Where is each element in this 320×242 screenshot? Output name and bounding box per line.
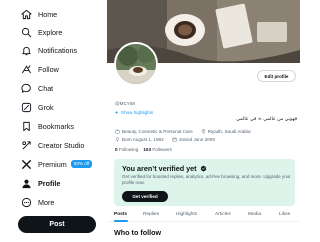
verified-badge-icon [200, 165, 206, 172]
post-button[interactable]: Post [18, 216, 96, 233]
sidebar-item-grok[interactable]: Grok [21, 100, 54, 114]
profile-tabs: Posts Replies Highlights Articles Media … [107, 208, 300, 222]
verify-card-title: You aren’t verified yet [122, 164, 207, 173]
sparkle-icon [114, 110, 119, 115]
location-icon [201, 129, 205, 134]
sidebar-item-label: More [38, 197, 55, 207]
profile-meta-row: Beauty, Cosmetic & Personal Care Riyadh,… [115, 129, 259, 134]
followers-link[interactable]: 103 Followers [143, 147, 172, 152]
show-highlights-label: Show highlights [121, 110, 154, 115]
avatar[interactable] [114, 42, 158, 86]
sidebar-item-bookmarks[interactable]: Bookmarks [21, 119, 74, 133]
joined-label: Joined June 2009 [178, 137, 215, 142]
category-label: Beauty, Cosmetic & Personal Care [122, 129, 193, 134]
creator-studio-icon [21, 140, 32, 151]
sidebar-item-label: Chat [38, 83, 54, 93]
sidebar-item-label: Profile [38, 178, 61, 188]
profile-handle: @MCY58 [115, 101, 135, 106]
premium-discount-badge: 50% off [70, 160, 93, 168]
born-label: Born August 1, 1984 [122, 137, 164, 142]
follow-icon [21, 64, 32, 75]
sidebar-item-explore[interactable]: Explore [21, 25, 62, 39]
sidebar-item-label: Premium [38, 159, 67, 169]
joined-item: Joined June 2009 [172, 137, 215, 142]
profile-bio: قهوتي من عالمي ☕ في عالمي [236, 117, 297, 122]
tab-likes[interactable]: Likes [279, 212, 290, 217]
get-verified-button[interactable]: Get verified [122, 191, 168, 202]
verify-card-description: Get verified for boosted replies, analyt… [122, 174, 291, 185]
sidebar-item-label: Explore [38, 27, 63, 37]
sidebar-item-label: Creator Studio [38, 140, 85, 150]
location-item: Riyadh, Saudi Arabia [201, 129, 251, 134]
show-highlights-link[interactable]: Show highlights [114, 110, 153, 115]
sidebar-item-notifications[interactable]: Notifications [21, 43, 77, 57]
location-label: Riyadh, Saudi Arabia [207, 129, 251, 134]
balloon-icon [116, 137, 119, 142]
active-tab-indicator [114, 220, 128, 222]
sidebar-item-more[interactable]: More [21, 195, 54, 209]
bell-icon [21, 45, 32, 56]
sidebar-item-home[interactable]: Home [21, 7, 57, 21]
search-icon [21, 27, 32, 38]
premium-icon [21, 159, 32, 170]
who-to-follow-heading: Who to follow [114, 228, 162, 237]
tab-articles[interactable]: Articles [215, 212, 231, 217]
more-icon [21, 197, 32, 208]
tab-posts[interactable]: Posts [114, 212, 127, 217]
sidebar-item-label: Grok [38, 102, 54, 112]
sidebar: Home Explore Notifications Follow Chat G… [0, 0, 104, 242]
chat-icon [21, 83, 32, 94]
category-item: Beauty, Cosmetic & Personal Care [115, 129, 193, 134]
sidebar-item-label: Bookmarks [38, 121, 74, 131]
born-item: Born August 1, 1984 [115, 137, 164, 142]
sidebar-item-label: Home [38, 9, 58, 19]
briefcase-icon [115, 129, 120, 134]
tab-highlights[interactable]: Highlights [176, 212, 197, 217]
tab-replies[interactable]: Replies [143, 212, 159, 217]
sidebar-item-premium[interactable]: Premium 50% off [21, 157, 93, 171]
edit-profile-button[interactable]: Edit profile [257, 70, 296, 82]
sidebar-item-creator-studio[interactable]: Creator Studio [21, 138, 84, 152]
profile-meta-row: Born August 1, 1984 Joined June 2009 [115, 137, 223, 142]
sidebar-item-follow[interactable]: Follow [21, 62, 59, 76]
calendar-icon [172, 137, 177, 142]
profile-main: Edit profile @MCY58 Show highlights قهوت… [107, 0, 300, 242]
home-icon [21, 9, 32, 20]
grok-icon [21, 102, 32, 113]
verify-card: You aren’t verified yet Get verified for… [114, 159, 295, 206]
follow-counts: 0 Following 103 Followers [115, 147, 172, 152]
sidebar-item-chat[interactable]: Chat [21, 81, 53, 95]
bookmark-icon [21, 121, 32, 132]
profile-icon [21, 178, 32, 189]
tab-media[interactable]: Media [248, 212, 261, 217]
following-link[interactable]: 0 Following [115, 147, 138, 152]
sidebar-item-profile[interactable]: Profile [21, 176, 60, 190]
sidebar-item-label: Notifications [38, 45, 78, 55]
sidebar-item-label: Follow [38, 64, 59, 74]
